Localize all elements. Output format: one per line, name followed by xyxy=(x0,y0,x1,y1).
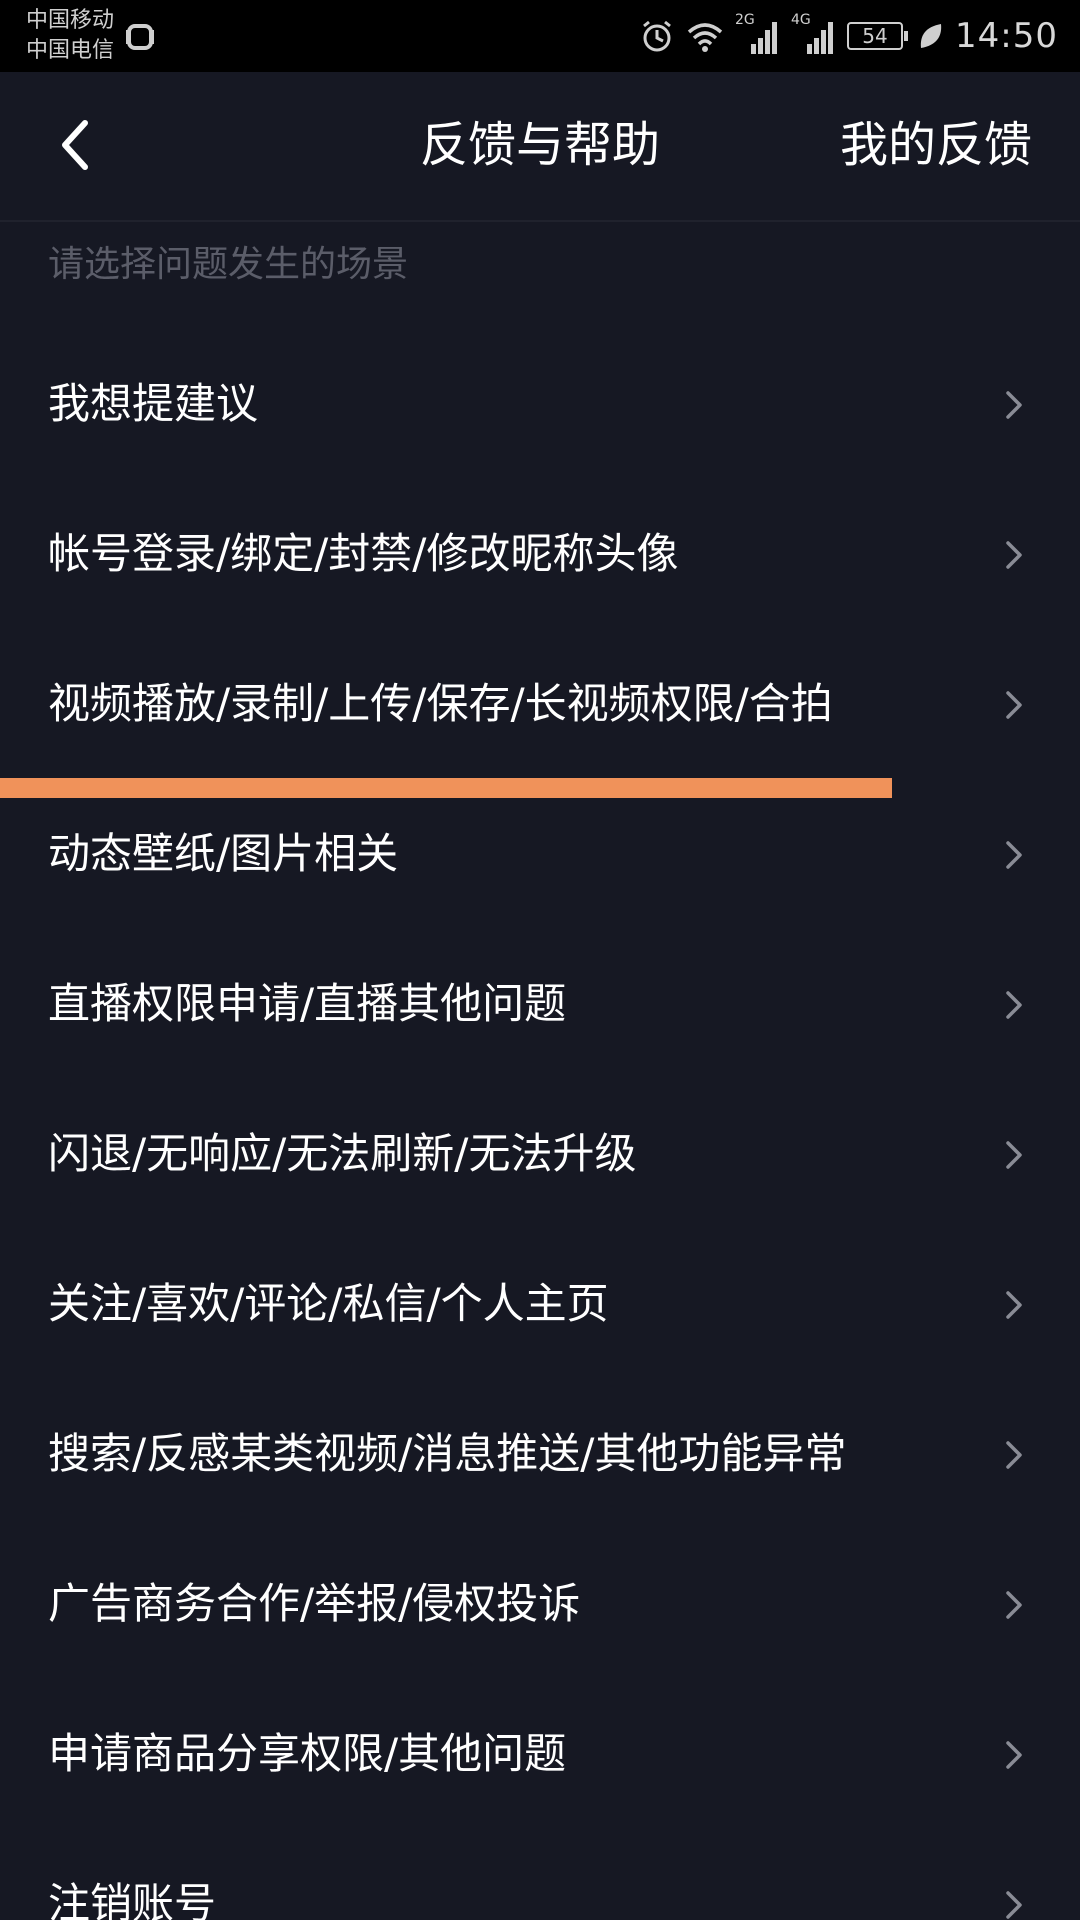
battery-level: 54 xyxy=(862,24,888,48)
signal-icon: 4G xyxy=(791,12,837,56)
chevron-right-icon xyxy=(1006,691,1022,719)
wifi-icon xyxy=(687,23,723,52)
carrier-info: 中国移动 中国电信 xyxy=(26,6,114,66)
list-item-label: 帐号登录/绑定/封禁/修改昵称头像 xyxy=(48,529,679,578)
highlight-bar xyxy=(0,778,892,798)
notification-icon xyxy=(126,24,154,50)
alarm-icon xyxy=(643,20,671,52)
list-item[interactable]: 视频播放/录制/上传/保存/长视频权限/合拍 xyxy=(0,630,1080,780)
list-item-label: 视频播放/录制/上传/保存/长视频权限/合拍 xyxy=(48,679,833,728)
chevron-right-icon xyxy=(1006,1441,1022,1469)
list-item[interactable]: 闪退/无响应/无法刷新/无法升级 xyxy=(0,1080,1080,1230)
feedback-help-screen: 中国移动 中国电信 2G 4G 54 14:50 反馈与帮助 我的反馈 请选择问… xyxy=(0,0,1080,1920)
status-bar: 中国移动 中国电信 2G 4G 54 14:50 xyxy=(0,0,1080,72)
list-item[interactable]: 申请商品分享权限/其他问题 xyxy=(0,1680,1080,1830)
chevron-right-icon xyxy=(1006,1291,1022,1319)
list-item[interactable]: 关注/喜欢/评论/私信/个人主页 xyxy=(0,1230,1080,1380)
list-item[interactable]: 帐号登录/绑定/封禁/修改昵称头像 xyxy=(0,480,1080,630)
chevron-right-icon xyxy=(1006,841,1022,869)
list-item[interactable]: 注销账号 xyxy=(0,1830,1080,1920)
list-item[interactable]: 我想提建议 xyxy=(0,330,1080,480)
list-item-label: 直播权限申请/直播其他问题 xyxy=(48,979,567,1028)
list-item-label: 我想提建议 xyxy=(48,379,259,428)
chevron-right-icon xyxy=(1006,541,1022,569)
leaf-icon xyxy=(920,24,942,48)
list-item[interactable]: 广告商务合作/举报/侵权投诉 xyxy=(0,1530,1080,1680)
section-hint: 请选择问题发生的场景 xyxy=(48,244,409,285)
carrier-name: 中国电信 xyxy=(26,38,115,63)
carrier-name: 中国移动 xyxy=(26,8,115,33)
chevron-right-icon xyxy=(1006,1891,1022,1919)
list-item[interactable]: 直播权限申请/直播其他问题 xyxy=(0,930,1080,1080)
list-item-label: 广告商务合作/举报/侵权投诉 xyxy=(48,1579,581,1628)
list-item-label: 申请商品分享权限/其他问题 xyxy=(48,1729,567,1778)
list-item-label: 动态壁纸/图片相关 xyxy=(48,829,399,878)
status-indicators: 2G 4G 54 14:50 xyxy=(639,10,1058,62)
list-item-label: 闪退/无响应/无法刷新/无法升级 xyxy=(48,1129,637,1178)
list-item[interactable]: 搜索/反感某类视频/消息推送/其他功能异常 xyxy=(0,1380,1080,1530)
battery-icon: 54 xyxy=(847,22,909,50)
list-item-label: 注销账号 xyxy=(48,1879,217,1920)
list-item-label: 搜索/反感某类视频/消息推送/其他功能异常 xyxy=(48,1429,847,1478)
clock: 14:50 xyxy=(955,16,1058,56)
chevron-right-icon xyxy=(1006,991,1022,1019)
chevron-right-icon xyxy=(1006,1141,1022,1169)
chevron-right-icon xyxy=(1006,391,1022,419)
chevron-right-icon xyxy=(1006,1591,1022,1619)
header: 反馈与帮助 我的反馈 xyxy=(0,72,1080,222)
signal-icon: 2G xyxy=(735,12,781,56)
chevron-right-icon xyxy=(1006,1741,1022,1769)
list-item-label: 关注/喜欢/评论/私信/个人主页 xyxy=(48,1279,609,1328)
my-feedback-button[interactable]: 我的反馈 xyxy=(840,112,1032,178)
scenario-list: 我想提建议 帐号登录/绑定/封禁/修改昵称头像 视频播放/录制/上传/保存/长视… xyxy=(0,330,1080,1920)
list-item[interactable]: 动态壁纸/图片相关 xyxy=(0,780,1080,930)
